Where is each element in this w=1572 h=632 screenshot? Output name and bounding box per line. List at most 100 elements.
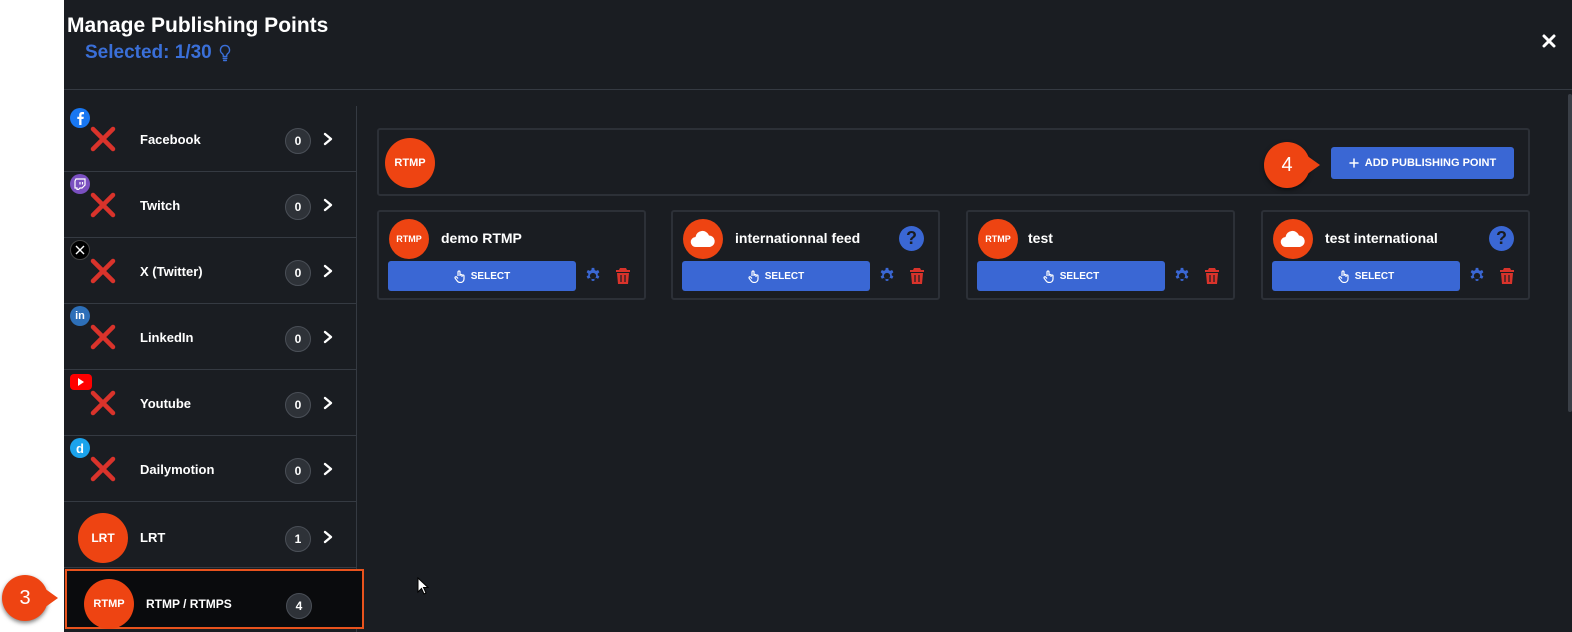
sidebar-item-label: Twitch: [140, 198, 181, 213]
gear-icon[interactable]: [1173, 267, 1191, 285]
hand-pointer-icon: [454, 269, 465, 283]
sidebar-item-youtube[interactable]: Youtube 0: [64, 370, 357, 436]
rtmp-logo: RTMP: [389, 219, 429, 259]
disconnected-x-icon: [90, 126, 116, 152]
sidebar-item-label: LinkedIn: [140, 330, 194, 345]
rtmp-logo: RTMP: [978, 219, 1018, 259]
cloud-icon: [683, 219, 723, 259]
select-label: SELECT: [1059, 270, 1100, 282]
select-button[interactable]: SELECT: [977, 261, 1165, 291]
disconnected-x-icon: [90, 258, 116, 284]
select-button[interactable]: SELECT: [1272, 261, 1460, 291]
count-badge: 0: [285, 128, 311, 154]
hand-pointer-icon: [748, 269, 759, 283]
publishing-point-card: internationnal feed ? SELECT: [671, 210, 940, 300]
count-badge: 0: [285, 326, 311, 352]
selected-count: Selected: 1/30: [85, 42, 232, 64]
chevron-right-icon: [323, 198, 333, 212]
main-scrollbar[interactable]: [1568, 94, 1572, 412]
select-label: SELECT: [764, 270, 805, 282]
close-button[interactable]: [1538, 30, 1560, 52]
publishing-points-modal: Manage Publishing Points Selected: 1/30 …: [64, 0, 1572, 632]
card-title: demo RTMP: [441, 230, 522, 246]
gear-icon[interactable]: [1468, 267, 1486, 285]
chevron-right-icon: [323, 462, 333, 476]
close-icon: [1542, 34, 1556, 48]
x-twitter-icon: [70, 240, 90, 260]
select-label: SELECT: [470, 270, 511, 282]
sidebar-item-label: LRT: [140, 530, 166, 545]
select-button[interactable]: SELECT: [682, 261, 870, 291]
card-title: test international: [1325, 230, 1438, 246]
trash-icon[interactable]: [1204, 267, 1220, 285]
rtmp-panel-header: RTMP ADD PUBLISHING POINT: [377, 128, 1530, 196]
facebook-icon: [70, 108, 90, 128]
sidebar-item-x-twitter[interactable]: X (Twitter) 0: [64, 238, 357, 304]
count-badge: 1: [285, 526, 311, 552]
trash-icon[interactable]: [1499, 267, 1515, 285]
help-icon[interactable]: ?: [899, 226, 924, 251]
count-badge: 4: [286, 593, 312, 619]
gear-icon[interactable]: [878, 267, 896, 285]
chevron-right-icon: [323, 396, 333, 410]
gear-icon[interactable]: [584, 267, 602, 285]
mouse-cursor-icon: [417, 577, 429, 595]
chevron-right-icon: [323, 132, 333, 146]
help-icon[interactable]: ?: [1489, 226, 1514, 251]
publishing-point-card: RTMP demo RTMP SELECT: [377, 210, 646, 300]
publishing-point-card: RTMP test SELECT: [966, 210, 1235, 300]
count-badge: 0: [285, 194, 311, 220]
count-badge: 0: [285, 260, 311, 286]
step-callout-4: 4: [1264, 142, 1310, 188]
add-publishing-point-button[interactable]: ADD PUBLISHING POINT: [1331, 147, 1514, 179]
sidebar-item-label: Youtube: [140, 396, 192, 411]
linkedin-icon: in: [70, 306, 90, 326]
trash-icon[interactable]: [909, 267, 925, 285]
count-badge: 0: [285, 458, 311, 484]
sidebar-item-facebook[interactable]: Facebook 0: [64, 106, 357, 172]
callout-pointer: [1306, 155, 1320, 175]
twitch-icon: [70, 174, 90, 194]
sidebar-item-twitch[interactable]: Twitch 0: [64, 172, 357, 238]
disconnected-x-icon: [90, 390, 116, 416]
disconnected-x-icon: [90, 456, 116, 482]
sidebar-item-dailymotion[interactable]: d Dailymotion 0: [64, 436, 357, 502]
count-badge: 0: [285, 392, 311, 418]
chevron-right-icon: [323, 330, 333, 344]
lrt-logo: LRT: [78, 513, 128, 563]
modal-header: Manage Publishing Points Selected: 1/30: [64, 0, 1572, 90]
sidebar-item-linkedin[interactable]: in LinkedIn 0: [64, 304, 357, 370]
plus-icon: [1349, 158, 1359, 168]
card-title: internationnal feed: [735, 230, 861, 246]
selected-label: Selected: 1/30: [85, 42, 212, 63]
select-label: SELECT: [1354, 270, 1395, 282]
sidebar-item-label: Facebook: [140, 132, 201, 147]
sidebar-item-lrt[interactable]: LRT LRT 1: [64, 502, 357, 568]
sidebar-item-label: RTMP / RTMPS: [146, 597, 232, 611]
select-button[interactable]: SELECT: [388, 261, 576, 291]
step-callout-3: 3: [2, 575, 48, 621]
chevron-right-icon: [323, 530, 333, 544]
rtmp-logo: RTMP: [84, 579, 134, 629]
lightbulb-icon[interactable]: [218, 44, 232, 62]
sidebar-item-rtmp[interactable]: RTMP RTMP / RTMPS 4: [65, 569, 364, 629]
platform-sidebar: Facebook 0 Twitch 0 X (Twitter) 0 in Lin…: [64, 106, 357, 632]
step-number: 4: [1281, 153, 1293, 176]
disconnected-x-icon: [90, 192, 116, 218]
rtmp-logo: RTMP: [385, 138, 435, 188]
disconnected-x-icon: [90, 324, 116, 350]
dailymotion-icon: d: [70, 438, 90, 458]
add-button-label: ADD PUBLISHING POINT: [1364, 157, 1497, 169]
trash-icon[interactable]: [615, 267, 631, 285]
hand-pointer-icon: [1043, 269, 1054, 283]
chevron-right-icon: [323, 264, 333, 278]
sidebar-item-label: Dailymotion: [140, 462, 215, 477]
callout-pointer: [44, 588, 58, 608]
step-number: 3: [19, 586, 31, 609]
youtube-icon: [70, 374, 92, 390]
hand-pointer-icon: [1338, 269, 1349, 283]
publishing-point-card: test international ? SELECT: [1261, 210, 1530, 300]
sidebar-item-label: X (Twitter): [140, 264, 203, 279]
card-title: test: [1028, 230, 1053, 246]
modal-title: Manage Publishing Points: [67, 14, 329, 37]
